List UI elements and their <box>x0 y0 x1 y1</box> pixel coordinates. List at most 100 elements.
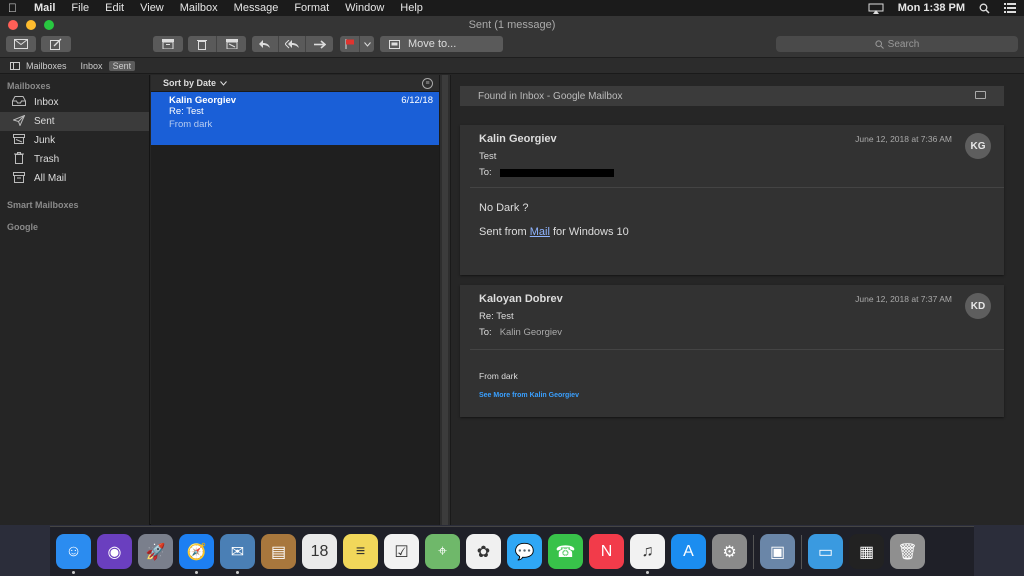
message-subject: Test <box>479 151 497 162</box>
junk-button[interactable] <box>217 36 246 52</box>
flag-button[interactable] <box>340 36 360 52</box>
sidebar-item-all-mail[interactable]: All Mail <box>0 169 149 188</box>
delete-junk-group <box>188 36 246 52</box>
menu-clock[interactable]: Mon 1:38 PM <box>898 2 965 14</box>
sidebar-item-junk[interactable]: Junk <box>0 131 149 150</box>
menu-view[interactable]: View <box>132 2 172 14</box>
found-in-banner: Found in Inbox - Google Mailbox <box>460 86 1004 106</box>
reply-all-button[interactable] <box>279 36 306 52</box>
forward-button[interactable] <box>306 36 333 52</box>
fav-inbox[interactable]: Inbox <box>81 61 103 71</box>
dock-glyph: ✉ <box>230 543 245 561</box>
dock-messages-icon[interactable]: 💬 <box>507 534 542 569</box>
menu-format[interactable]: Format <box>286 2 337 14</box>
menu-message[interactable]: Message <box>226 2 287 14</box>
sidebar-item-label: Trash <box>34 154 60 165</box>
header-divider <box>470 349 1004 350</box>
compose-button[interactable] <box>41 36 71 52</box>
google-heading[interactable]: Google <box>0 222 149 232</box>
mailbox-sidebar: Mailboxes Inbox Sent Junk Trash All Mail… <box>0 75 150 525</box>
dock-separator <box>753 534 754 569</box>
message-date: June 12, 2018 at 7:37 AM <box>855 294 952 304</box>
see-more-link[interactable]: See More from Kalin Georgiev <box>479 392 579 399</box>
dock-contacts-icon[interactable]: ▤ <box>261 534 296 569</box>
menu-bar:  Mail File Edit View Mailbox Message Fo… <box>0 0 1024 16</box>
message-preview: From dark <box>169 119 213 130</box>
dock-trash-icon[interactable]: 🗑 <box>890 534 925 569</box>
to-recipient: Kalin Georgiev <box>499 327 562 338</box>
dock-finder-icon[interactable]: ☺ <box>56 534 91 574</box>
message-date: 6/12/18 <box>401 95 433 106</box>
notification-center-icon[interactable] <box>1004 3 1016 13</box>
menu-mailbox[interactable]: Mailbox <box>172 2 226 14</box>
dock-glyph: ◉ <box>107 543 122 561</box>
dock-app-store-icon[interactable]: A <box>671 534 706 569</box>
dock-glyph: ☺ <box>65 542 82 560</box>
dock-reminders-icon[interactable]: ☑ <box>384 534 419 569</box>
get-mail-button[interactable] <box>6 36 36 52</box>
flag-icon <box>345 39 354 49</box>
envelope-icon <box>14 39 28 49</box>
sent-icon <box>12 114 26 129</box>
fav-mailboxes[interactable]: Mailboxes <box>26 61 67 71</box>
sidebar-toggle-icon[interactable] <box>10 61 20 70</box>
flag-menu-button[interactable] <box>360 36 374 52</box>
menu-window[interactable]: Window <box>337 2 392 14</box>
dock-screen-thumbnail-icon[interactable]: ▦ <box>849 534 884 569</box>
running-indicator <box>72 571 75 574</box>
spotlight-icon[interactable] <box>979 3 990 14</box>
mail-window: Sent (1 message) Move to... Search Mailb… <box>0 16 1024 525</box>
menu-file[interactable]: File <box>63 2 97 14</box>
message-sender: Kalin Georgiev <box>479 133 557 145</box>
running-indicator <box>646 571 649 574</box>
dock-glyph: ♫ <box>641 542 654 560</box>
running-indicator <box>195 571 198 574</box>
dock-system-preferences-icon[interactable]: ⚙ <box>712 534 747 569</box>
dock-notes-icon[interactable]: ≡ <box>343 534 378 569</box>
dock-glyph: 🚀 <box>145 543 166 561</box>
title-bar: Sent (1 message) Move to... Search <box>0 16 1024 58</box>
dock-siri-icon[interactable]: ◉ <box>97 534 132 569</box>
move-to-button[interactable]: Move to... <box>380 36 503 52</box>
folder-icon[interactable] <box>975 91 986 99</box>
reply-button[interactable] <box>252 36 279 52</box>
dock-calendar-icon[interactable]: 18 <box>302 534 337 569</box>
airplay-icon[interactable] <box>868 3 884 14</box>
message-list: Sort by Date ≡ Kalin Georgiev 6/12/18 Re… <box>151 75 439 525</box>
dock-mail-stamp-icon[interactable]: ✉ <box>220 534 255 574</box>
sidebar-item-trash[interactable]: Trash <box>0 150 149 169</box>
splitter-grip[interactable] <box>442 75 448 525</box>
menu-edit[interactable]: Edit <box>97 2 132 14</box>
pane-splitter[interactable] <box>439 75 451 525</box>
dock-safari-icon[interactable]: 🧭 <box>179 534 214 574</box>
search-field[interactable]: Search <box>776 36 1018 52</box>
menu-help[interactable]: Help <box>392 2 431 14</box>
mail-link[interactable]: Mail <box>530 226 550 238</box>
menu-app-name[interactable]: Mail <box>28 2 63 14</box>
sidebar-item-sent[interactable]: Sent <box>0 112 149 131</box>
delete-button[interactable] <box>188 36 217 52</box>
dock-facetime-icon[interactable]: ☎ <box>548 534 583 569</box>
dock-glyph: ▤ <box>270 543 287 561</box>
list-item[interactable]: Kalin Georgiev 6/12/18 Re: Test From dar… <box>151 92 439 145</box>
inbox-icon <box>12 96 26 109</box>
dock-glyph: 🧭 <box>186 543 207 561</box>
filter-icon[interactable]: ≡ <box>422 78 433 89</box>
dock-glyph: ☎ <box>555 543 576 561</box>
smart-mailboxes-heading[interactable]: Smart Mailboxes <box>0 200 149 210</box>
dock-launchpad-icon[interactable]: 🚀 <box>138 534 173 569</box>
dock-photos-icon[interactable]: ✿ <box>466 534 501 569</box>
apple-icon[interactable]:  <box>8 1 28 15</box>
fav-sent[interactable]: Sent <box>108 60 136 71</box>
sort-bar[interactable]: Sort by Date ≡ <box>151 75 439 92</box>
dock-preview-icon[interactable]: ▣ <box>760 534 795 569</box>
dock-glyph: A <box>683 542 694 560</box>
dock-news-icon[interactable]: N <box>589 534 624 569</box>
dock-downloads-folder-icon[interactable]: ▭ <box>808 534 843 569</box>
sidebar-item-inbox[interactable]: Inbox <box>0 93 149 112</box>
dock-maps-icon[interactable]: ⌖ <box>425 534 460 569</box>
dock-itunes-icon[interactable]: ♫ <box>630 534 665 574</box>
archive-button[interactable] <box>153 36 183 52</box>
trash-icon <box>12 152 26 167</box>
dock-glyph: ☑ <box>394 543 409 561</box>
